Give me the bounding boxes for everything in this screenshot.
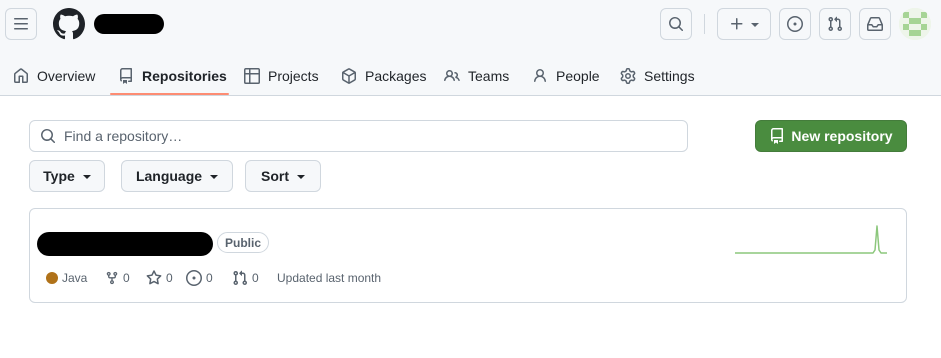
header-divider [704, 14, 705, 34]
search-button[interactable] [660, 8, 692, 40]
issues-count[interactable]: 0 [186, 269, 213, 287]
tab-label: Repositories [142, 68, 227, 84]
pull-requests-value: 0 [252, 271, 259, 285]
tab-settings[interactable]: Settings [620, 56, 695, 96]
language-color-dot [46, 272, 58, 284]
language-filter-label: Language [135, 168, 203, 184]
person-icon [534, 69, 546, 83]
forks-value: 0 [123, 271, 130, 285]
repo-icon [120, 68, 132, 84]
inbox-icon [867, 17, 883, 31]
tab-repositories[interactable]: Repositories [118, 56, 227, 96]
tab-projects[interactable]: Projects [244, 56, 319, 96]
repository-name-link[interactable]: repository [37, 232, 213, 256]
pull-requests-button[interactable] [819, 8, 851, 40]
fork-icon [106, 271, 118, 285]
tab-people[interactable]: People [532, 56, 600, 96]
menu-button[interactable] [5, 8, 37, 40]
language-label: Java [62, 271, 88, 285]
active-tab-indicator [110, 93, 229, 95]
identicon-icon [899, 8, 931, 40]
org-name[interactable]: organization [94, 14, 164, 34]
tab-label: Projects [268, 68, 319, 84]
updated-timestamp: Updated last month [277, 271, 382, 285]
caret-down-icon [210, 175, 219, 179]
table-icon [244, 68, 260, 84]
repo-icon [771, 128, 784, 144]
home-icon [14, 68, 28, 83]
caret-down-icon [82, 175, 91, 179]
stars-value: 0 [166, 271, 173, 285]
activity-sparkline [735, 225, 887, 254]
tab-teams[interactable]: Teams [444, 56, 509, 96]
issues-value: 0 [206, 271, 213, 285]
inbox-button[interactable] [859, 8, 891, 40]
type-filter-label: Type [43, 168, 75, 184]
forks-count[interactable]: 0 [105, 269, 130, 287]
language-filter-button[interactable]: Language [121, 160, 233, 192]
tab-overview[interactable]: Overview [13, 56, 95, 96]
sort-filter-label: Sort [261, 168, 289, 184]
visibility-badge: Public [217, 232, 270, 253]
tab-label: Packages [365, 68, 427, 84]
people-icon [444, 69, 460, 82]
user-avatar[interactable] [899, 8, 931, 40]
issue-opened-icon [186, 270, 202, 286]
package-icon [342, 68, 356, 84]
repository-language: Java [46, 269, 87, 287]
app-header: organization Overview R [0, 0, 941, 96]
type-filter-button[interactable]: Type [29, 160, 105, 192]
git-pull-request-icon [828, 16, 843, 32]
sort-filter-button[interactable]: Sort [245, 160, 321, 192]
tab-label: Teams [468, 68, 510, 84]
tab-label: People [556, 68, 600, 84]
plus-icon [731, 18, 743, 30]
find-repository-field[interactable] [29, 120, 688, 152]
search-icon [669, 17, 684, 32]
find-repository-input[interactable] [64, 128, 664, 144]
issue-opened-icon [787, 16, 803, 32]
create-new-button[interactable] [717, 8, 771, 40]
search-icon [41, 129, 56, 144]
gear-icon [620, 68, 636, 84]
repository-list-item: repository Public Java 0 0 0 0 Updated l… [29, 208, 907, 303]
hamburger-icon [14, 18, 28, 30]
tab-label: Settings [644, 68, 695, 84]
caret-down-icon [751, 23, 759, 27]
new-repository-label: New repository [791, 128, 893, 144]
tab-packages[interactable]: Packages [341, 56, 426, 96]
github-logo-icon[interactable] [52, 8, 85, 40]
stars-count[interactable]: 0 [146, 269, 173, 287]
org-tabs: Overview Repositories Projects Packages … [0, 56, 941, 96]
new-repository-button[interactable]: New repository [755, 120, 907, 152]
git-pull-request-icon [233, 270, 248, 286]
star-icon [146, 270, 162, 285]
pull-requests-count[interactable]: 0 [232, 269, 259, 287]
tab-label: Overview [37, 68, 96, 84]
issues-button[interactable] [779, 8, 811, 40]
caret-down-icon [297, 175, 305, 179]
